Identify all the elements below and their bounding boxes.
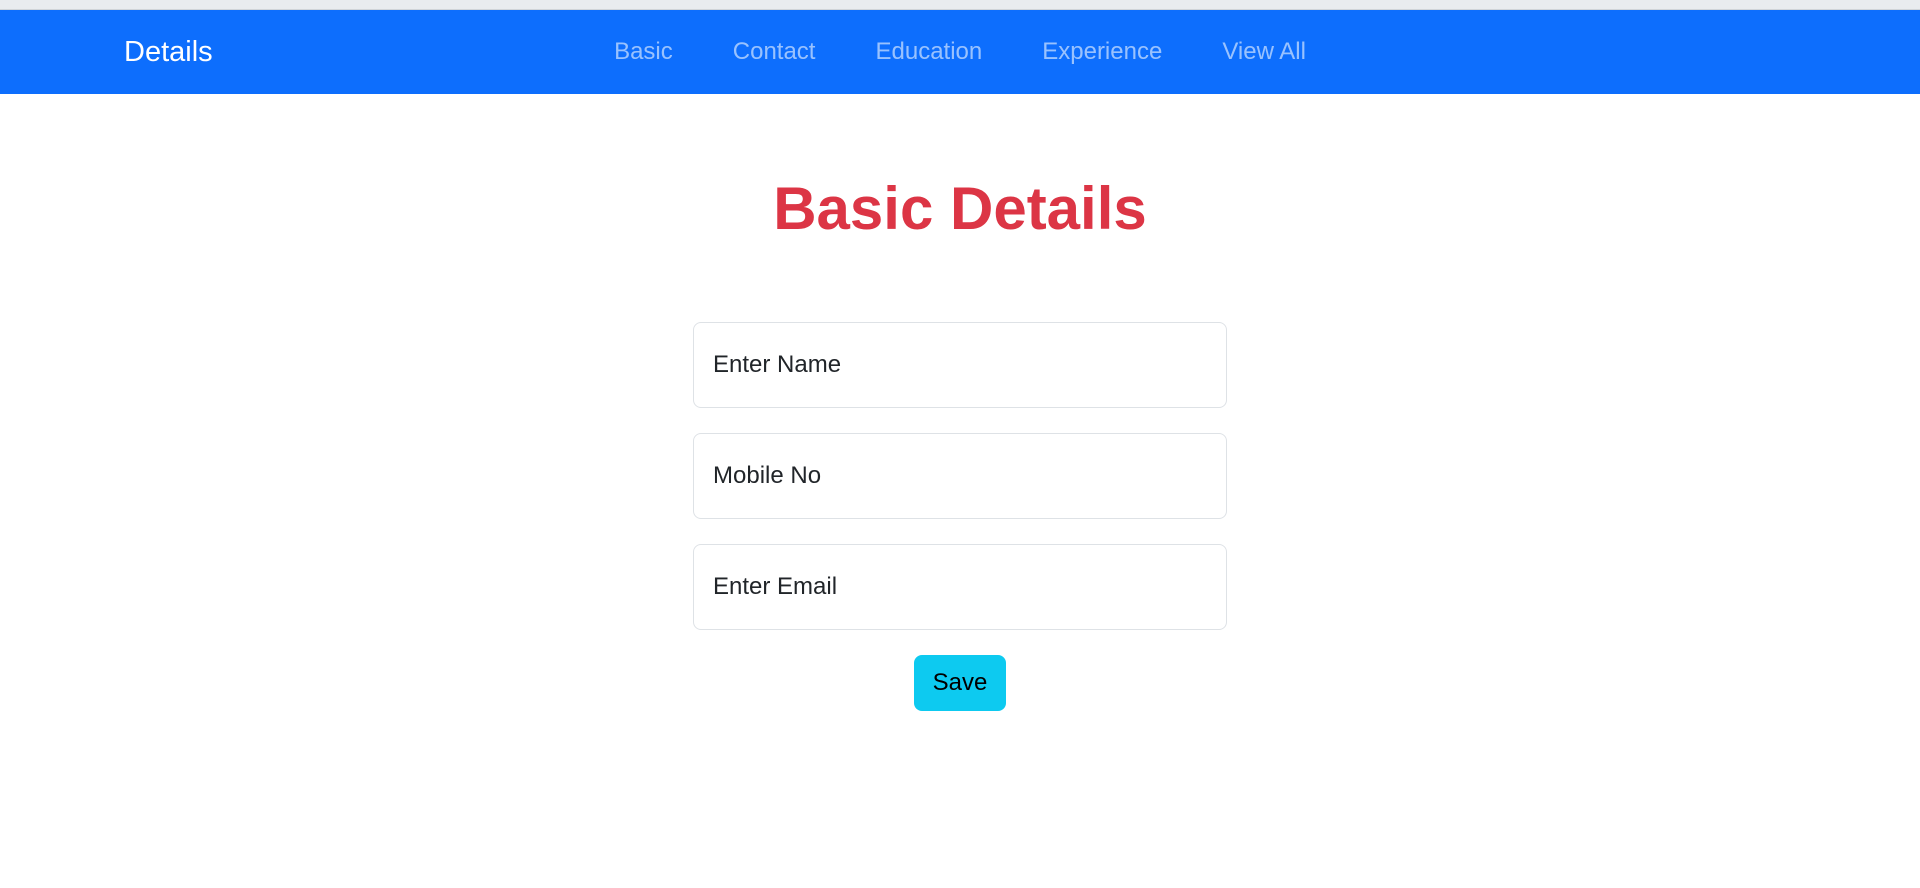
nav-link-basic[interactable]: Basic xyxy=(584,38,703,66)
navbar: Details Basic Contact Education Experien… xyxy=(0,10,1920,94)
nav-link-education[interactable]: Education xyxy=(845,38,1012,66)
nav-links: Basic Contact Education Experience View … xyxy=(0,10,1920,94)
save-button[interactable]: Save xyxy=(913,655,1007,711)
nav-link-contact[interactable]: Contact xyxy=(703,38,846,66)
browser-top-border xyxy=(0,0,1920,10)
email-input[interactable] xyxy=(693,544,1227,630)
mobile-input[interactable] xyxy=(693,433,1227,519)
main-content: Basic Details Save xyxy=(0,176,1920,711)
page-title: Basic Details xyxy=(773,175,1147,242)
save-wrap: Save xyxy=(693,655,1227,711)
nav-link-view-all[interactable]: View All xyxy=(1192,38,1336,66)
nav-link-experience[interactable]: Experience xyxy=(1012,38,1192,66)
basic-details-form: Save xyxy=(693,322,1227,711)
name-input[interactable] xyxy=(693,322,1227,408)
